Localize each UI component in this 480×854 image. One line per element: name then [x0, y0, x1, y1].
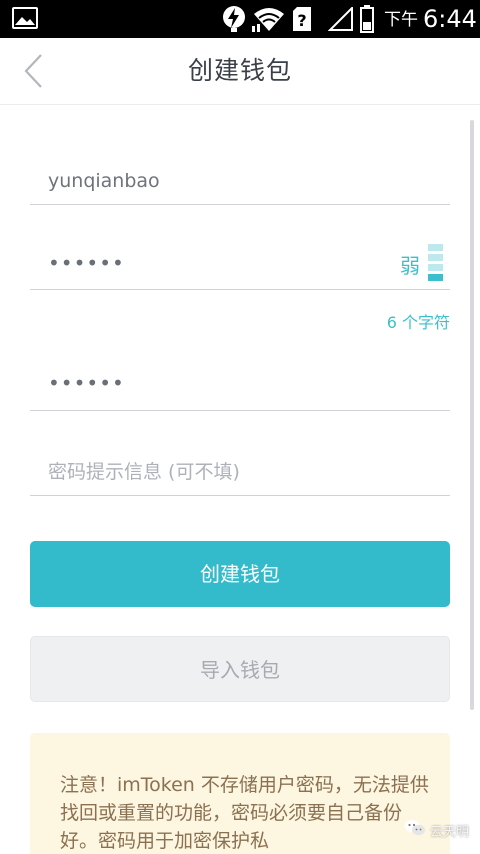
password-hint-placeholder: 密码提示信息 (可不填): [48, 461, 240, 483]
battery-icon: [360, 5, 374, 33]
gallery-icon: [12, 7, 38, 29]
wechat-icon: [404, 820, 425, 836]
status-time: 6:44: [423, 5, 477, 33]
scrollbar[interactable]: [470, 120, 474, 710]
warning-notice-text: 注意！imToken 不存储用户密码，无法提供找回或重置的功能，密码必须要自己备…: [60, 774, 429, 852]
strength-bar-2: [428, 264, 443, 271]
flash-icon: [223, 6, 245, 32]
import-wallet-button[interactable]: 导入钱包: [30, 636, 450, 702]
wallet-name-field[interactable]: yunqianbao: [30, 150, 450, 205]
strength-bar-3: [428, 254, 443, 261]
password-strength-label: 弱: [400, 254, 420, 278]
strength-bar-1: [428, 274, 443, 281]
sim-unknown-icon: ?: [293, 7, 311, 31]
strength-bar-4: [428, 244, 443, 251]
page-title: 创建钱包: [187, 56, 292, 85]
password-strength-meter: [428, 241, 444, 281]
svg-text:?: ?: [297, 11, 306, 30]
password-char-count: 6 个字符: [386, 313, 450, 332]
wifi-icon: [252, 8, 284, 32]
app-header: 创建钱包: [0, 38, 480, 105]
warning-notice: 注意！imToken 不存储用户密码，无法提供找回或重置的功能，密码必须要自己备…: [30, 733, 450, 854]
status-ampm: 下午: [384, 10, 418, 30]
screen: ? 下午 6:44 创建钱包 yunqianbao •••••• 弱 6 个字符…: [0, 0, 480, 854]
wallet-name-value: yunqianbao: [48, 170, 160, 192]
confirm-password-value: ••••••: [48, 371, 125, 395]
create-wallet-button[interactable]: 创建钱包: [30, 541, 450, 607]
status-bar: ? 下午 6:44: [0, 0, 480, 38]
password-value: ••••••: [48, 251, 125, 275]
watermark-text: 云天明: [430, 825, 470, 840]
password-field[interactable]: •••••• 弱: [30, 236, 450, 290]
password-hint-field[interactable]: 密码提示信息 (可不填): [30, 441, 450, 496]
confirm-password-field[interactable]: ••••••: [30, 356, 450, 411]
signal-icon: [328, 7, 353, 31]
